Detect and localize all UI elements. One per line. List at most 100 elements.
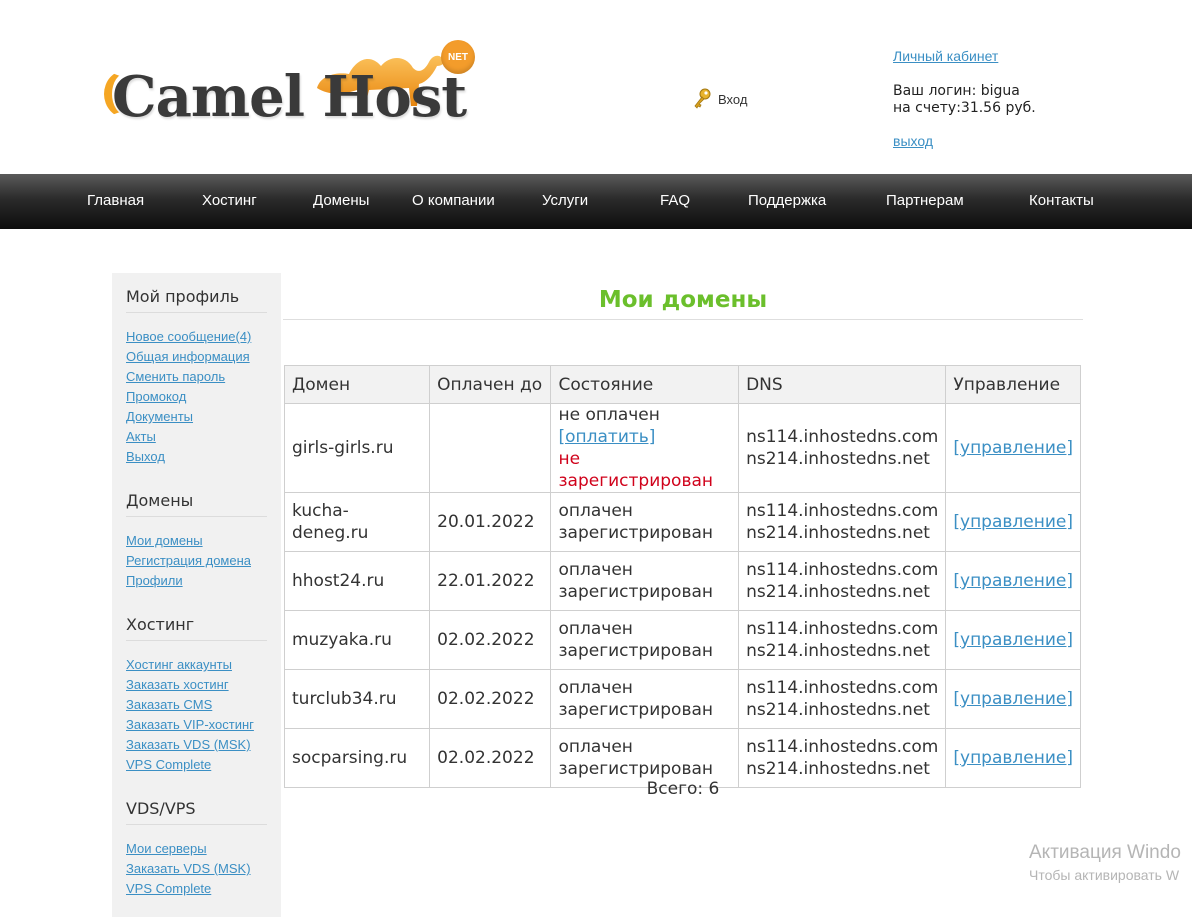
registration-status: зарегистрирован — [558, 641, 714, 661]
logo-wordmark: Camel Host — [112, 64, 467, 130]
sidebar-link-order-hosting[interactable]: Заказать хостинг — [126, 675, 267, 695]
domain-cell: kucha-deneg.ru — [283, 492, 431, 552]
table-row: muzyaka.ru 02.02.2022 оплачен зарегистри… — [283, 610, 1081, 670]
nav-item-support[interactable]: Поддержка — [748, 192, 826, 209]
column-header-status: Состояние — [550, 365, 740, 404]
paid-until-cell — [429, 403, 552, 493]
watermark-line-1: Активация Windo — [1029, 842, 1181, 863]
registration-status: зарегистрирован — [558, 582, 714, 602]
column-header-paid-until: Оплачен до — [429, 365, 552, 404]
manage-link[interactable]: [управление] — [953, 571, 1073, 591]
dns-primary: ns114.inhostedns.com — [746, 427, 939, 447]
sidebar-section-title: Домены — [126, 491, 267, 517]
sidebar-link-my-domains[interactable]: Мои домены — [126, 531, 267, 551]
sidebar-link-vps-complete[interactable]: VPS Complete — [126, 879, 267, 899]
manage-cell: [управление] — [945, 403, 1081, 493]
personal-cabinet-link[interactable]: Личный кабинет — [893, 48, 1036, 65]
sidebar-link-acts[interactable]: Акты — [126, 427, 267, 447]
manage-cell: [управление] — [945, 610, 1081, 670]
paid-until-cell: 20.01.2022 — [429, 492, 552, 552]
site-header: NET Camel Host Вход Личный кабинет Ваш л… — [0, 0, 1192, 174]
dns-secondary: ns214.inhostedns.net — [746, 449, 930, 469]
table-row: turclub34.ru 02.02.2022 оплачен зарегист… — [283, 669, 1081, 729]
sidebar: Мой профиль Новое сообщение(4) Общая инф… — [112, 273, 281, 917]
sidebar-link-general-info[interactable]: Общая информация — [126, 347, 267, 367]
sidebar-link-order-vds-msk[interactable]: Заказать VDS (MSK) — [126, 735, 267, 755]
manage-link[interactable]: [управление] — [953, 689, 1073, 709]
nav-item-hosting[interactable]: Хостинг — [202, 192, 257, 209]
nav-item-services[interactable]: Услуги — [542, 192, 588, 209]
sidebar-link-profiles[interactable]: Профили — [126, 571, 267, 591]
table-row: kucha-deneg.ru 20.01.2022 оплачен зареги… — [283, 492, 1081, 552]
sidebar-link-hosting-accounts[interactable]: Хостинг аккаунты — [126, 655, 267, 675]
nav-item-partners[interactable]: Партнерам — [886, 192, 964, 209]
page-title: Мои домены — [283, 273, 1083, 320]
sidebar-section-hosting: Хостинг Хостинг аккаунты Заказать хостин… — [126, 615, 267, 775]
nav-item-about[interactable]: О компании — [412, 192, 495, 209]
manage-link[interactable]: [управление] — [953, 630, 1073, 650]
sidebar-section-profile: Мой профиль Новое сообщение(4) Общая инф… — [126, 287, 267, 467]
sidebar-link-my-servers[interactable]: Мои серверы — [126, 839, 267, 859]
manage-cell: [управление] — [945, 551, 1081, 611]
sidebar-link-documents[interactable]: Документы — [126, 407, 267, 427]
paid-until-cell: 02.02.2022 — [429, 669, 552, 729]
payment-status: оплачен — [558, 501, 633, 521]
domain-cell: hhost24.ru — [283, 551, 431, 611]
domain-cell: girls-girls.ru — [283, 403, 431, 493]
pay-link[interactable]: [оплатить] — [558, 427, 655, 447]
sidebar-link-promocode[interactable]: Промокод — [126, 387, 267, 407]
dns-secondary: ns214.inhostedns.net — [746, 523, 930, 543]
nav-item-domains[interactable]: Домены — [313, 192, 369, 209]
manage-cell: [управление] — [945, 669, 1081, 729]
windows-activation-watermark: Активация Windo Чтобы активировать W — [1029, 842, 1181, 883]
login-label: Вход — [718, 91, 748, 107]
dns-primary: ns114.inhostedns.com — [746, 501, 939, 521]
status-cell: оплачен зарегистрирован — [550, 669, 740, 729]
registration-status: зарегистрирован — [558, 523, 714, 543]
login-text: Ваш логин: bigua — [893, 83, 1020, 99]
account-box: Личный кабинет Ваш логин: bigua на счету… — [893, 48, 1036, 150]
main-nav: Главная Хостинг Домены О компании Услуги… — [0, 174, 1192, 229]
dns-secondary: ns214.inhostedns.net — [746, 700, 930, 720]
domain-cell: muzyaka.ru — [283, 610, 431, 670]
sidebar-section-domains: Домены Мои домены Регистрация домена Про… — [126, 491, 267, 591]
sidebar-link-order-vds-msk[interactable]: Заказать VDS (MSK) — [126, 859, 267, 879]
manage-link[interactable]: [управление] — [953, 438, 1073, 458]
key-icon — [694, 88, 711, 109]
nav-item-faq[interactable]: FAQ — [660, 192, 690, 209]
dns-secondary: ns214.inhostedns.net — [746, 582, 930, 602]
dns-cell: ns114.inhostedns.com ns214.inhostedns.ne… — [738, 403, 947, 493]
sidebar-link-exit[interactable]: Выход — [126, 447, 267, 467]
sidebar-section-title: VDS/VPS — [126, 799, 267, 825]
sidebar-link-new-message[interactable]: Новое сообщение(4) — [126, 327, 267, 347]
sidebar-link-change-password[interactable]: Сменить пароль — [126, 367, 267, 387]
manage-link[interactable]: [управление] — [953, 512, 1073, 532]
manage-link[interactable]: [управление] — [953, 748, 1073, 768]
dns-primary: ns114.inhostedns.com — [746, 737, 939, 757]
camelhost-logo[interactable]: NET Camel Host — [104, 40, 484, 130]
main-content: Мои домены Домен Оплачен до Состояние DN… — [283, 273, 1083, 799]
table-row: girls-girls.ru не оплачен [оплатить] не … — [283, 403, 1081, 493]
dns-cell: ns114.inhostedns.com ns214.inhostedns.ne… — [738, 492, 947, 552]
registration-status: зарегистрирован — [558, 700, 714, 720]
sidebar-section-title: Хостинг — [126, 615, 267, 641]
nav-item-contacts[interactable]: Контакты — [1029, 192, 1094, 209]
sidebar-link-vps-complete[interactable]: VPS Complete — [126, 755, 267, 775]
sidebar-link-order-cms[interactable]: Заказать CMS — [126, 695, 267, 715]
domain-cell: turclub34.ru — [283, 669, 431, 729]
nav-item-home[interactable]: Главная — [87, 192, 144, 209]
column-header-domain: Домен — [283, 365, 431, 404]
payment-status: оплачен — [558, 737, 633, 757]
logout-link[interactable]: выход — [893, 133, 1036, 150]
paid-until-cell: 02.02.2022 — [429, 610, 552, 670]
status-cell: не оплачен [оплатить] не зарегистрирован — [550, 403, 740, 493]
dns-secondary: ns214.inhostedns.net — [746, 641, 930, 661]
dns-primary: ns114.inhostedns.com — [746, 560, 939, 580]
login-link[interactable]: Вход — [692, 88, 747, 110]
table-header-row: Домен Оплачен до Состояние DNS Управлени… — [283, 365, 1081, 404]
sidebar-link-order-vip-hosting[interactable]: Заказать VIP-хостинг — [126, 715, 267, 735]
paid-until-cell: 22.01.2022 — [429, 551, 552, 611]
dns-secondary: ns214.inhostedns.net — [746, 759, 930, 779]
sidebar-link-register-domain[interactable]: Регистрация домена — [126, 551, 267, 571]
payment-status: оплачен — [558, 678, 633, 698]
